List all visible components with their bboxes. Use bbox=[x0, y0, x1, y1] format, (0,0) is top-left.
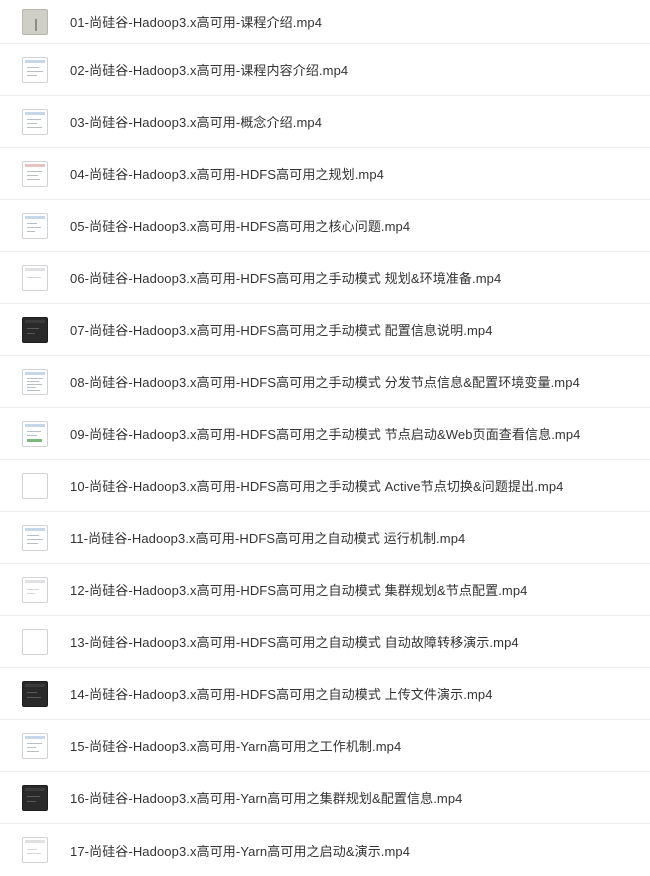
file-name[interactable]: 14-尚硅谷-Hadoop3.x高可用-HDFS高可用之自动模式 上传文件演示.… bbox=[70, 684, 493, 703]
video-thumbnail-icon bbox=[22, 316, 48, 343]
video-thumbnail-icon bbox=[22, 837, 48, 863]
file-row[interactable]: 03-尚硅谷-Hadoop3.x高可用-概念介绍.mp4 bbox=[0, 96, 650, 148]
video-thumbnail-icon bbox=[22, 56, 48, 83]
video-thumbnail-icon bbox=[22, 732, 48, 759]
file-name[interactable]: 08-尚硅谷-Hadoop3.x高可用-HDFS高可用之手动模式 分发节点信息&… bbox=[70, 372, 580, 391]
file-name[interactable]: 03-尚硅谷-Hadoop3.x高可用-概念介绍.mp4 bbox=[70, 112, 322, 131]
file-row[interactable]: 07-尚硅谷-Hadoop3.x高可用-HDFS高可用之手动模式 配置信息说明.… bbox=[0, 304, 650, 356]
file-name[interactable]: 13-尚硅谷-Hadoop3.x高可用-HDFS高可用之自动模式 自动故障转移演… bbox=[70, 632, 519, 651]
video-thumbnail-icon bbox=[22, 368, 48, 395]
file-name[interactable]: 06-尚硅谷-Hadoop3.x高可用-HDFS高可用之手动模式 规划&环境准备… bbox=[70, 268, 501, 287]
file-name[interactable]: 11-尚硅谷-Hadoop3.x高可用-HDFS高可用之自动模式 运行机制.mp… bbox=[70, 528, 465, 547]
file-row[interactable]: 04-尚硅谷-Hadoop3.x高可用-HDFS高可用之规划.mp4 bbox=[0, 148, 650, 200]
video-thumbnail-icon bbox=[22, 212, 48, 239]
file-name[interactable]: 01-尚硅谷-Hadoop3.x高可用-课程介绍.mp4 bbox=[70, 12, 322, 31]
video-thumbnail-icon bbox=[22, 8, 48, 35]
file-row[interactable]: 14-尚硅谷-Hadoop3.x高可用-HDFS高可用之自动模式 上传文件演示.… bbox=[0, 668, 650, 720]
file-row[interactable]: 01-尚硅谷-Hadoop3.x高可用-课程介绍.mp4 bbox=[0, 0, 650, 44]
file-name[interactable]: 16-尚硅谷-Hadoop3.x高可用-Yarn高可用之集群规划&配置信息.mp… bbox=[70, 788, 463, 807]
video-thumbnail-icon bbox=[22, 784, 48, 811]
video-thumbnail-icon bbox=[22, 680, 48, 707]
file-name[interactable]: 07-尚硅谷-Hadoop3.x高可用-HDFS高可用之手动模式 配置信息说明.… bbox=[70, 320, 493, 339]
file-row[interactable]: 11-尚硅谷-Hadoop3.x高可用-HDFS高可用之自动模式 运行机制.mp… bbox=[0, 512, 650, 564]
file-row[interactable]: 05-尚硅谷-Hadoop3.x高可用-HDFS高可用之核心问题.mp4 bbox=[0, 200, 650, 252]
video-thumbnail-icon bbox=[22, 576, 48, 603]
file-row[interactable]: 06-尚硅谷-Hadoop3.x高可用-HDFS高可用之手动模式 规划&环境准备… bbox=[0, 252, 650, 304]
file-row[interactable]: 13-尚硅谷-Hadoop3.x高可用-HDFS高可用之自动模式 自动故障转移演… bbox=[0, 616, 650, 668]
file-row[interactable]: 15-尚硅谷-Hadoop3.x高可用-Yarn高可用之工作机制.mp4 bbox=[0, 720, 650, 772]
video-thumbnail-icon bbox=[22, 420, 48, 447]
file-row[interactable]: 17-尚硅谷-Hadoop3.x高可用-Yarn高可用之启动&演示.mp4 bbox=[0, 824, 650, 876]
video-thumbnail-icon bbox=[22, 524, 48, 551]
file-row[interactable]: 08-尚硅谷-Hadoop3.x高可用-HDFS高可用之手动模式 分发节点信息&… bbox=[0, 356, 650, 408]
video-thumbnail-icon bbox=[22, 160, 48, 187]
file-row[interactable]: 09-尚硅谷-Hadoop3.x高可用-HDFS高可用之手动模式 节点启动&We… bbox=[0, 408, 650, 460]
file-row[interactable]: 02-尚硅谷-Hadoop3.x高可用-课程内容介绍.mp4 bbox=[0, 44, 650, 96]
file-name[interactable]: 05-尚硅谷-Hadoop3.x高可用-HDFS高可用之核心问题.mp4 bbox=[70, 216, 410, 235]
file-name[interactable]: 15-尚硅谷-Hadoop3.x高可用-Yarn高可用之工作机制.mp4 bbox=[70, 736, 401, 755]
file-row[interactable]: 12-尚硅谷-Hadoop3.x高可用-HDFS高可用之自动模式 集群规划&节点… bbox=[0, 564, 650, 616]
file-row[interactable]: 16-尚硅谷-Hadoop3.x高可用-Yarn高可用之集群规划&配置信息.mp… bbox=[0, 772, 650, 824]
file-name[interactable]: 04-尚硅谷-Hadoop3.x高可用-HDFS高可用之规划.mp4 bbox=[70, 164, 384, 183]
video-thumbnail-icon bbox=[22, 108, 48, 135]
video-thumbnail-icon bbox=[22, 472, 48, 499]
file-name[interactable]: 09-尚硅谷-Hadoop3.x高可用-HDFS高可用之手动模式 节点启动&We… bbox=[70, 424, 581, 443]
video-thumbnail-icon bbox=[22, 628, 48, 655]
video-thumbnail-icon bbox=[22, 264, 48, 291]
file-row[interactable]: 10-尚硅谷-Hadoop3.x高可用-HDFS高可用之手动模式 Active节… bbox=[0, 460, 650, 512]
file-list: 01-尚硅谷-Hadoop3.x高可用-课程介绍.mp4 02-尚硅谷-Hado… bbox=[0, 0, 650, 871]
file-name[interactable]: 02-尚硅谷-Hadoop3.x高可用-课程内容介绍.mp4 bbox=[70, 60, 348, 79]
file-name[interactable]: 12-尚硅谷-Hadoop3.x高可用-HDFS高可用之自动模式 集群规划&节点… bbox=[70, 580, 528, 599]
file-name[interactable]: 10-尚硅谷-Hadoop3.x高可用-HDFS高可用之手动模式 Active节… bbox=[70, 476, 564, 495]
file-name[interactable]: 17-尚硅谷-Hadoop3.x高可用-Yarn高可用之启动&演示.mp4 bbox=[70, 841, 410, 860]
